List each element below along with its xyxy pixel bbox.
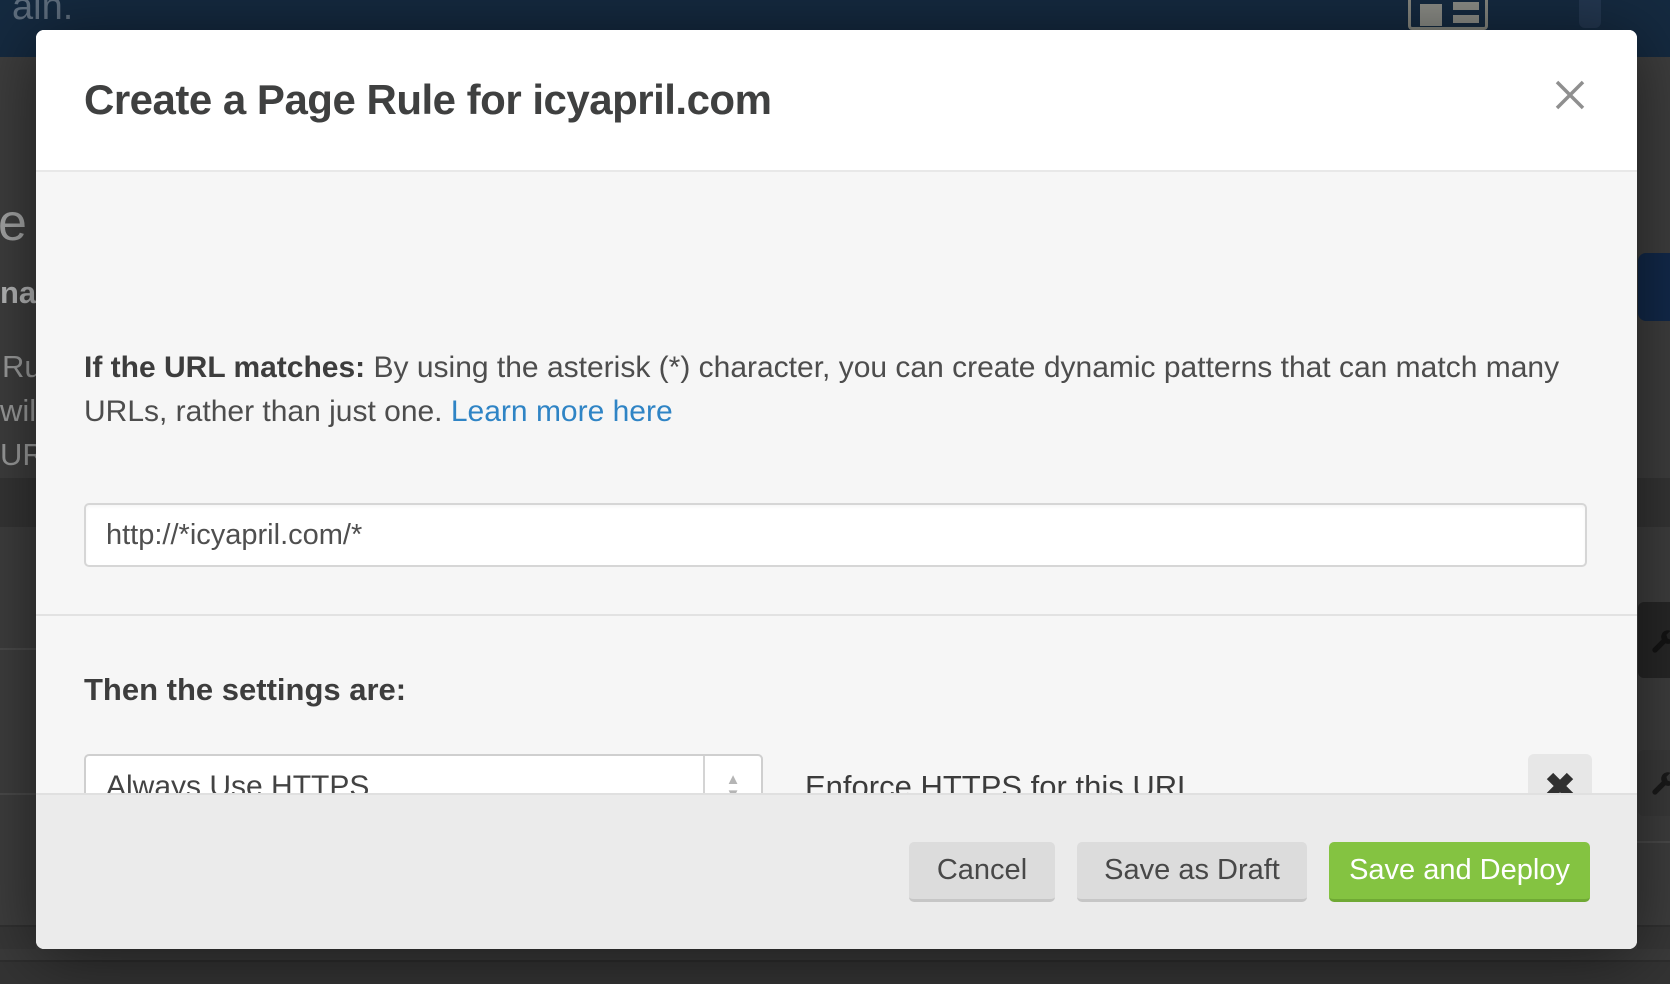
cancel-button[interactable]: Cancel [909,842,1055,902]
create-page-rule-dialog: Create a Page Rule for icyapril.com If t… [36,30,1637,949]
save-deploy-button[interactable]: Save and Deploy [1329,842,1590,902]
background-edit-rule-button[interactable] [1638,602,1670,678]
layout-view-icon-bar [1453,15,1479,23]
url-pattern-input[interactable] [84,503,1587,567]
background-edit-rule-button[interactable] [1638,750,1670,816]
background-blue-button-fragment [1638,253,1670,321]
settings-heading: Then the settings are: [84,672,406,708]
dialog-header: Create a Page Rule for icyapril.com [36,30,1637,172]
background-table-header-band [1637,478,1670,527]
spinner-up-icon: ▲ [726,772,741,787]
nav-partial-icon [1579,0,1601,28]
layout-view-icon-bar [1453,2,1479,10]
background-footer-band [0,962,1670,984]
background-heading-fragment: e [0,193,27,253]
background-row-divider [0,648,36,650]
breadcrumb-fragment: ain. [12,0,73,29]
background-table-header-band [0,478,36,527]
close-button[interactable] [1544,69,1596,121]
url-match-label: If the URL matches: [84,351,365,384]
background-row-divider [0,793,36,795]
layout-view-icon[interactable] [1408,0,1488,30]
url-match-description: If the URL matches: By using the asteris… [84,346,1579,434]
dialog-body: If the URL matches: By using the asteris… [36,174,1637,823]
section-divider [36,614,1637,616]
wrench-icon [1647,627,1670,657]
background-bottom-strip [0,949,1670,984]
save-draft-button[interactable]: Save as Draft [1077,842,1307,902]
dialog-title: Create a Page Rule for icyapril.com [84,76,771,124]
dialog-footer: Cancel Save as Draft Save and Deploy [36,793,1637,949]
wrench-icon [1647,769,1670,799]
layout-view-icon-square [1420,4,1442,26]
background-row-divider [1637,841,1670,843]
learn-more-link[interactable]: Learn more here [451,395,673,428]
close-icon [1551,76,1589,114]
